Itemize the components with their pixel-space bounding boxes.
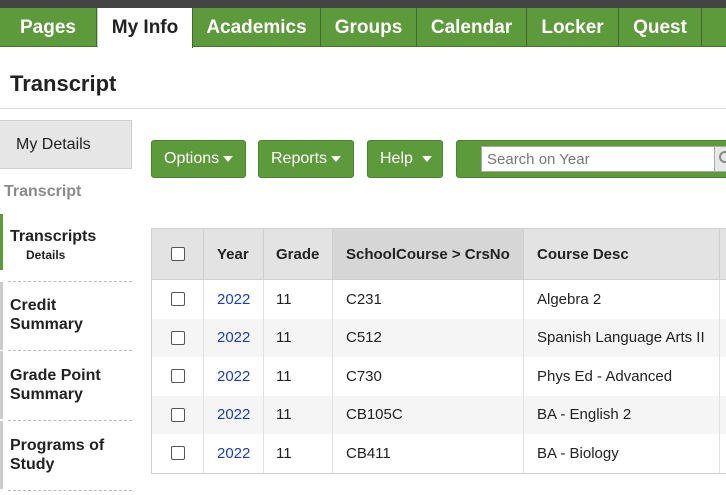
search-button[interactable] — [714, 146, 726, 172]
nav-tab-locker[interactable]: Locker — [527, 8, 619, 47]
column-header-more — [720, 229, 726, 279]
column-header-crsno[interactable]: SchoolCourse > CrsNo — [333, 229, 524, 279]
header-select-cell — [152, 229, 204, 279]
search-input[interactable] — [481, 146, 715, 172]
sidebar: My Details Transcript Transcripts Detail… — [0, 120, 132, 495]
year-cell: 2022 — [204, 357, 264, 396]
sidebar-item-grade-point-summary[interactable]: Grade Point Summary — [0, 351, 132, 419]
select-all-checkbox[interactable] — [170, 247, 185, 261]
sidebar-item-transcripts[interactable]: Transcripts Details — [0, 214, 132, 270]
options-label: Options — [164, 150, 220, 167]
help-button[interactable]: Help — [367, 140, 443, 178]
options-button[interactable]: Options — [151, 140, 246, 178]
help-label: Help — [380, 150, 413, 167]
grade-cell: 11 — [264, 434, 333, 473]
row-checkbox[interactable] — [170, 292, 185, 307]
year-cell: 2022 — [204, 318, 264, 357]
sidebar-divider — [8, 490, 132, 491]
year-link[interactable]: 2022 — [217, 368, 250, 385]
sidebar-item-label: Transcripts — [10, 228, 97, 245]
row-checkbox[interactable] — [170, 330, 185, 345]
table-row: 2022 11 CB411 BA - Biology — [152, 434, 726, 473]
year-link[interactable]: 2022 — [217, 406, 250, 423]
table-row: 2022 11 C512 Spanish Language Arts II — [152, 318, 726, 357]
row-select-cell — [152, 434, 204, 473]
nav-tab-my-info[interactable]: My Info — [97, 8, 193, 48]
column-header-year[interactable]: Year — [204, 229, 264, 279]
table-header-row: Year Grade SchoolCourse > CrsNo Course D… — [152, 229, 726, 280]
grade-cell: 11 — [264, 318, 333, 357]
row-select-cell — [152, 318, 204, 357]
crsno-cell: C730 — [333, 357, 524, 396]
chevron-down-icon — [223, 155, 234, 162]
sidebar-section-heading: Transcript — [4, 183, 82, 200]
title-divider — [0, 108, 726, 109]
my-details-link[interactable]: My Details — [0, 120, 132, 169]
row-select-cell — [152, 357, 204, 396]
row-checkbox[interactable] — [170, 369, 185, 384]
crsno-cell: CB411 — [333, 434, 524, 473]
grade-cell: 11 — [264, 357, 333, 396]
year-cell: 2022 — [204, 434, 264, 473]
sidebar-item-label: Grade Point Summary — [10, 367, 101, 403]
column-header-grade[interactable]: Grade — [264, 229, 333, 279]
chevron-down-icon — [421, 155, 432, 162]
table-row: 2022 11 C730 Phys Ed - Advanced — [152, 357, 726, 396]
grade-cell: 11 — [264, 280, 333, 319]
reports-button[interactable]: Reports — [258, 140, 354, 178]
chevron-down-icon — [331, 155, 342, 162]
reports-label: Reports — [271, 150, 328, 167]
course-desc-cell: BA - English 2 — [524, 395, 720, 434]
course-desc-cell: Phys Ed - Advanced — [524, 357, 720, 396]
sidebar-subitem-details[interactable]: Details — [3, 248, 132, 262]
row-select-cell — [152, 280, 204, 319]
crsno-cell: CB105C — [333, 395, 524, 434]
nav-tab-academics[interactable]: Academics — [193, 8, 321, 47]
column-header-course-desc[interactable]: Course Desc — [524, 229, 720, 279]
nav-tab-quest[interactable]: Quest — [619, 8, 702, 47]
transcript-table: Year Grade SchoolCourse > CrsNo Course D… — [151, 228, 726, 474]
crsno-cell: C512 — [333, 318, 524, 357]
nav-tab-calendar[interactable]: Calendar — [417, 8, 527, 47]
year-link[interactable]: 2022 — [217, 291, 250, 308]
top-strip — [0, 0, 726, 8]
sidebar-item-label: Credit Summary — [10, 297, 83, 333]
row-checkbox[interactable] — [170, 407, 185, 422]
search-bar — [456, 140, 726, 178]
main-nav-bar: Pages My Info Academics Groups Calendar … — [0, 8, 726, 48]
row-select-cell — [152, 395, 204, 434]
year-cell: 2022 — [204, 395, 264, 434]
year-link[interactable]: 2022 — [217, 445, 250, 462]
row-checkbox[interactable] — [170, 446, 185, 461]
search-icon — [719, 151, 726, 163]
grade-cell: 11 — [264, 395, 333, 434]
crsno-cell: C231 — [333, 280, 524, 319]
table-row: 2022 11 C231 Algebra 2 — [152, 280, 726, 319]
sidebar-item-programs-of-study[interactable]: Programs of Study — [0, 421, 132, 489]
nav-tab-groups[interactable]: Groups — [321, 8, 417, 47]
sidebar-item-credit-summary[interactable]: Credit Summary — [0, 282, 132, 350]
year-link[interactable]: 2022 — [217, 329, 250, 346]
course-desc-cell: BA - Biology — [524, 434, 720, 473]
course-desc-cell: Algebra 2 — [524, 280, 720, 319]
nav-tab-pages[interactable]: Pages — [0, 8, 97, 47]
sidebar-item-label: Programs of Study — [10, 437, 105, 473]
course-desc-cell: Spanish Language Arts II — [524, 318, 720, 357]
table-row: 2022 11 CB105C BA - English 2 — [152, 395, 726, 434]
year-cell: 2022 — [204, 280, 264, 319]
page-title: Transcript — [10, 71, 117, 96]
